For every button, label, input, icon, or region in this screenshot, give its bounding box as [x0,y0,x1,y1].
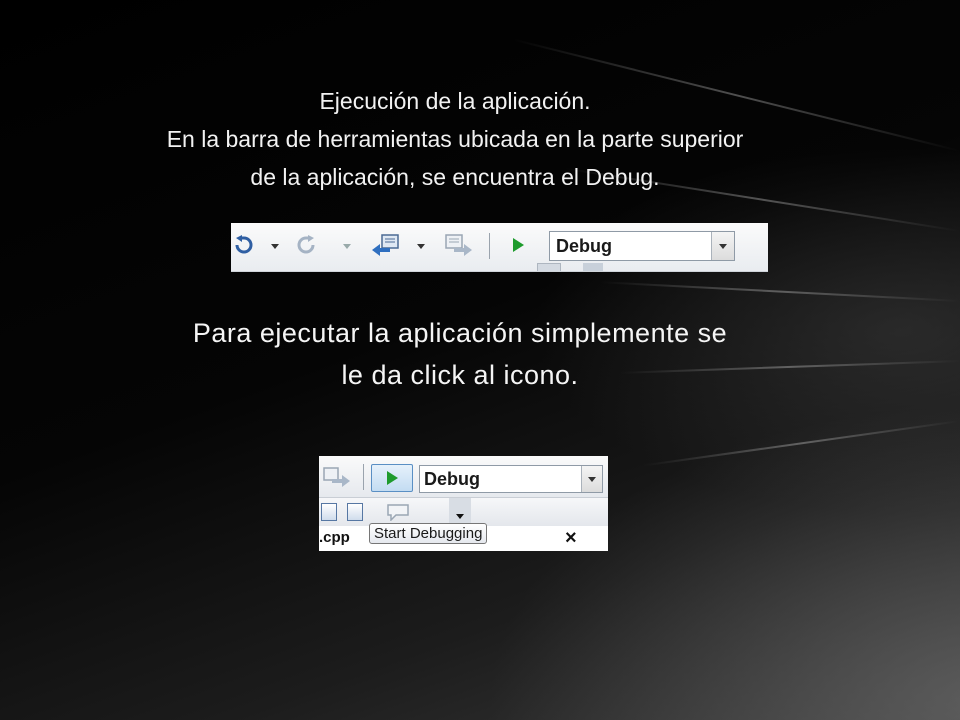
configuration-dropdown-button[interactable] [711,232,734,260]
heading-line: de la aplicación, se encuentra el Debug. [250,164,660,190]
start-debugging-screenshot: Debug .cpp × Start Debugging [319,456,608,551]
start-debugging-icon[interactable] [507,233,529,257]
redo-icon[interactable] [293,233,319,257]
start-debugging-tooltip: Start Debugging [369,523,488,544]
configuration-dropdown-button[interactable] [581,466,602,492]
partial-toolbar-button [537,263,561,271]
play-icon [386,471,398,485]
heading-line: Ejecución de la aplicación. [319,88,591,114]
configuration-value: Debug [556,236,612,256]
heading-line: En la barra de herramientas ubicada en l… [166,126,744,152]
partial-toolbar-button [583,263,603,271]
navigate-forward-icon[interactable] [441,231,477,259]
paste-icon[interactable] [347,503,363,521]
close-icon[interactable]: × [565,527,577,550]
slide-body: Para ejecutar la aplicación simplemente … [100,312,820,396]
redo-dropdown-icon[interactable] [343,244,351,249]
body-line: le da click al icono. [341,360,579,390]
copy-icon[interactable] [321,503,337,521]
file-tab-label[interactable]: .cpp [319,529,350,546]
slide-heading: Ejecución de la aplicación. En la barra … [60,82,850,196]
solution-configuration-select[interactable]: Debug [419,465,603,493]
solution-configuration-select[interactable]: Debug [549,231,735,261]
toolbar-overflow-button[interactable] [449,498,471,526]
undo-icon[interactable] [231,233,257,257]
navigate-backward-dropdown-icon[interactable] [417,244,425,249]
chevron-down-icon [588,477,596,482]
toolbar-row: Debug [319,456,608,498]
navigate-backward-icon[interactable] [369,231,405,259]
configuration-value: Debug [424,469,480,489]
comment-icon[interactable] [385,502,411,522]
body-line: Para ejecutar la aplicación simplemente … [192,318,728,348]
undo-dropdown-icon[interactable] [271,244,279,249]
play-icon [512,238,524,252]
chevron-down-icon [719,244,727,249]
start-debugging-button[interactable] [371,464,413,492]
toolbar-row [319,498,608,526]
chevron-down-icon [456,514,464,519]
toolbar-separator [363,464,364,490]
navigate-forward-icon[interactable] [321,464,353,490]
toolbar-separator [489,233,490,259]
debug-toolbar-screenshot: Debug [231,223,768,272]
